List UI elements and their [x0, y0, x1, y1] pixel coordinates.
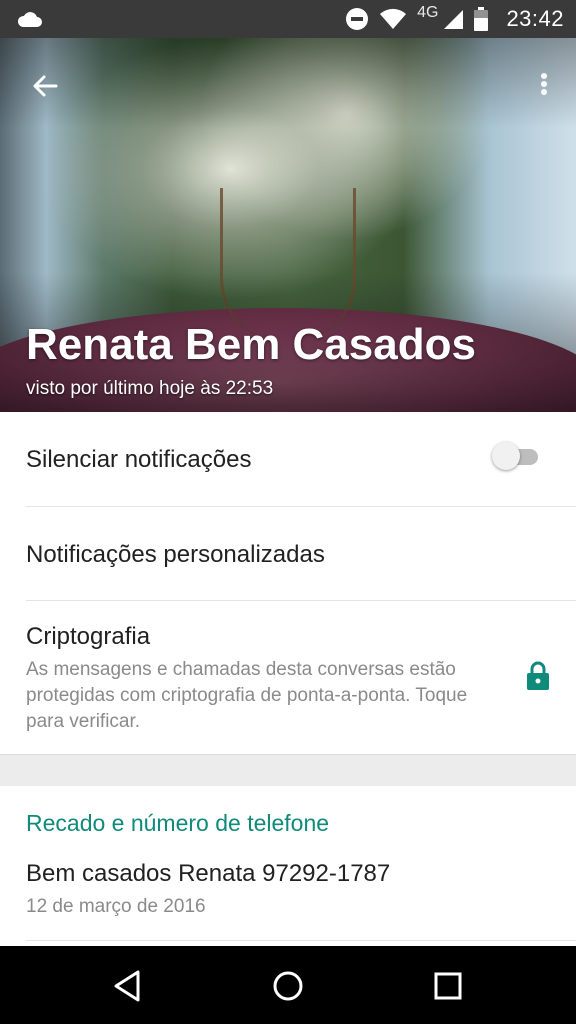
nav-back-icon[interactable] [108, 966, 148, 1006]
about-phone-section: Recado e número de telefone Bem casados … [0, 786, 576, 946]
status-bar: 4G 23:42 [0, 0, 576, 38]
section-gap [0, 754, 576, 787]
divider [26, 940, 576, 941]
mute-notifications-label: Silenciar notificações [26, 446, 252, 473]
encryption-row[interactable]: Criptografia As mensagens e chamadas des… [0, 601, 576, 755]
contact-settings-card: Silenciar notificações Notificações pers… [0, 412, 576, 755]
nav-home-icon[interactable] [268, 966, 308, 1006]
back-arrow-icon[interactable] [26, 66, 66, 106]
system-nav-bar [0, 946, 576, 1024]
do-not-disturb-icon [346, 8, 369, 30]
signal-icon [444, 10, 464, 29]
encryption-description: As mensagens e chamadas desta conversas … [26, 659, 468, 732]
mute-notifications-toggle[interactable] [492, 442, 540, 470]
cloud-icon [17, 12, 42, 27]
wifi-icon [380, 8, 407, 29]
nav-recents-icon[interactable] [428, 966, 468, 1006]
custom-notifications-label: Notificações personalizadas [26, 541, 325, 568]
last-seen-text: visto por último hoje às 22:53 [26, 378, 274, 399]
custom-notifications-row[interactable]: Notificações personalizadas [26, 507, 576, 601]
about-status-text[interactable]: Bem casados Renata 97292-1787 [26, 860, 390, 888]
mute-notifications-row[interactable]: Silenciar notificações [26, 412, 576, 507]
overflow-menu-icon[interactable] [536, 68, 552, 108]
contact-header-photo[interactable]: Renata Bem Casados visto por último hoje… [0, 38, 576, 412]
network-type: 4G [417, 4, 439, 21]
about-section-title: Recado e número de telefone [26, 810, 330, 836]
lock-icon [527, 661, 549, 690]
about-status-date: 12 de março de 2016 [26, 896, 206, 917]
contact-name: Renata Bem Casados [26, 320, 476, 369]
clock: 23:42 [506, 6, 564, 31]
encryption-title: Criptografia [26, 623, 151, 650]
battery-icon [474, 7, 489, 31]
